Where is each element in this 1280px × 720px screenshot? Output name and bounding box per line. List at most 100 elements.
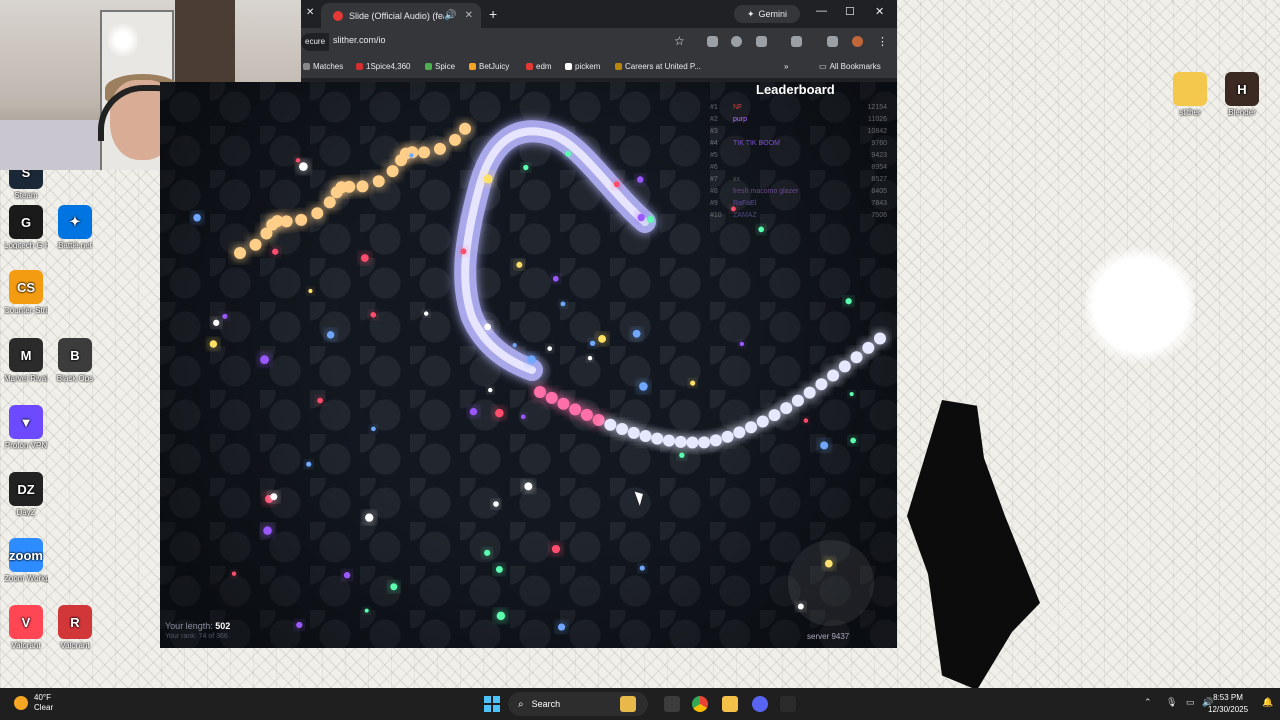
clock[interactable]: 8:53 PM 12/30/2025 [1208,692,1248,716]
food-pellet [249,238,262,251]
extension-icon[interactable] [707,36,718,47]
new-tab-button[interactable]: + [489,6,497,22]
bookmark-item[interactable]: pickem [565,62,600,71]
secure-badge[interactable]: ecure [301,33,330,51]
chrome-icon[interactable] [692,696,708,712]
task-view-icon[interactable] [664,696,680,712]
food-pellet [827,369,840,382]
bookmark-favicon-icon [565,63,572,70]
food-pellet [662,434,675,447]
bookmark-item[interactable]: Spice [425,62,455,71]
bookmark-item[interactable]: edm [526,62,552,71]
notification-icon[interactable]: 🔔 [1262,697,1273,708]
food-pellet [418,146,431,159]
close-icon[interactable]: ✕ [306,7,314,18]
wifi-icon[interactable]: ▭ [1186,697,1195,708]
food-pellet [495,408,504,418]
bookmark-star-icon[interactable]: ☆ [674,34,685,48]
weather-widget[interactable]: 40°F Clear [14,693,53,713]
food-pellet [560,301,566,307]
tab-bar: ✕ Slide (Official Audio) (feat. 🔊 ✕ + ✦ … [301,0,897,28]
valorant-icon: V [9,605,43,639]
desktop-icon-1[interactable]: G Logitech G HUB [4,205,48,250]
gemini-button[interactable]: ✦ Gemini [734,5,800,23]
riot-shield-icon: R [58,605,92,639]
app-icon[interactable] [780,696,796,712]
food-pellet [587,355,593,361]
battlenet-icon: ✦ [58,205,92,239]
server-label: server 9437 [807,632,850,641]
food-pellet [845,298,852,305]
desktop-icon-7[interactable]: DZ DayZ [4,472,48,517]
discord-icon[interactable] [752,696,768,712]
food-pellet [545,391,558,404]
food-pellet [493,501,499,507]
desktop-icon-12[interactable]: H Blender [1220,72,1264,117]
search-icon: ⌕ [518,698,524,710]
all-bookmarks[interactable]: ▭ All Bookmarks [819,62,881,71]
minimap [788,540,874,626]
tab-active[interactable]: Slide (Official Audio) (feat. 🔊 ✕ [321,3,481,28]
youtube-icon [333,10,343,21]
food-pellet [613,181,620,188]
leaderboard-row: #3 10842 [710,128,887,135]
bookmark-item[interactable]: Careers at United P... [615,62,701,71]
widgets-icon[interactable] [620,696,636,712]
more-bookmarks-icon[interactable]: » [784,62,788,71]
desktop-icon-4[interactable]: M Marvel Rivals [4,338,48,383]
food-pellet [231,571,237,576]
food-pellet [512,343,517,348]
food-pellet [308,288,313,294]
speaker-icon[interactable]: 🔊 [444,10,456,21]
food-pellet [756,415,769,428]
desktop-icon-5[interactable]: B Black Ops [53,338,97,383]
food-pellet [484,549,491,556]
food-pellet [527,355,536,364]
windows-start-icon[interactable] [484,696,500,712]
leaderboard-title: Leaderboard [756,82,835,97]
extension-icon[interactable] [731,36,742,47]
slither-game-canvas[interactable]: Leaderboard #1 NF 12154 #2 purp 11026 #3 10842 #… [160,82,897,648]
sidebar-icon[interactable] [791,36,802,47]
tab-close-icon[interactable]: ✕ [465,10,473,21]
file-explorer-icon[interactable] [722,696,738,712]
blackops-icon: B [58,338,92,372]
media-icon[interactable] [827,36,838,47]
microphone-icon[interactable]: 🎙 [1166,697,1177,708]
leaderboard-row: #7 xx 8527 [710,176,887,183]
leaderboard-row: #4 TIK TIK BOOM 9760 [710,140,887,147]
food-pellet [639,430,652,443]
food-pellet [523,164,529,171]
food-pellet [604,418,617,431]
food-pellet [433,142,446,155]
desktop-icon-3[interactable]: CS Counter-Strike 2 [4,270,48,315]
minimize-icon[interactable]: — [816,5,827,17]
url-bar[interactable]: slither.com/io [333,35,386,45]
desktop-icon-2[interactable]: ✦ Battle.net [53,205,97,250]
food-pellet [234,247,246,259]
close-window-icon[interactable]: ✕ [875,5,884,18]
food-pellet [298,162,308,171]
profile-avatar[interactable] [852,36,863,47]
food-pellet [423,311,429,316]
bookmark-item[interactable]: 1Spice4,360 [356,62,410,71]
desktop-icon-9[interactable]: V Valorant [4,605,48,650]
bookmark-item[interactable]: Matches [303,62,343,71]
desktop-icon-label: Steam [14,191,38,200]
menu-icon[interactable]: ⋮ [877,35,888,48]
bookmark-favicon-icon [356,63,363,70]
desktop-icon-8[interactable]: zoom Zoom Workplace [4,538,48,583]
maximize-icon[interactable]: ☐ [845,5,855,18]
food-pellet [484,323,492,331]
chevron-up-icon[interactable]: ⌃ [1144,697,1152,708]
food-pellet [838,360,851,373]
puzzle-icon[interactable] [756,36,767,47]
food-pellet [469,407,478,416]
food-pellet [365,513,374,522]
desktop-icon-6[interactable]: ▼ Proton VPN [4,405,48,450]
food-pellet [592,414,605,427]
desktop-icon-10[interactable]: R Valorant [53,605,97,650]
bookmark-item[interactable]: BetJuicy [469,62,509,71]
desktop-icon-11[interactable]: slither [1168,72,1212,117]
food-pellet [565,150,571,157]
